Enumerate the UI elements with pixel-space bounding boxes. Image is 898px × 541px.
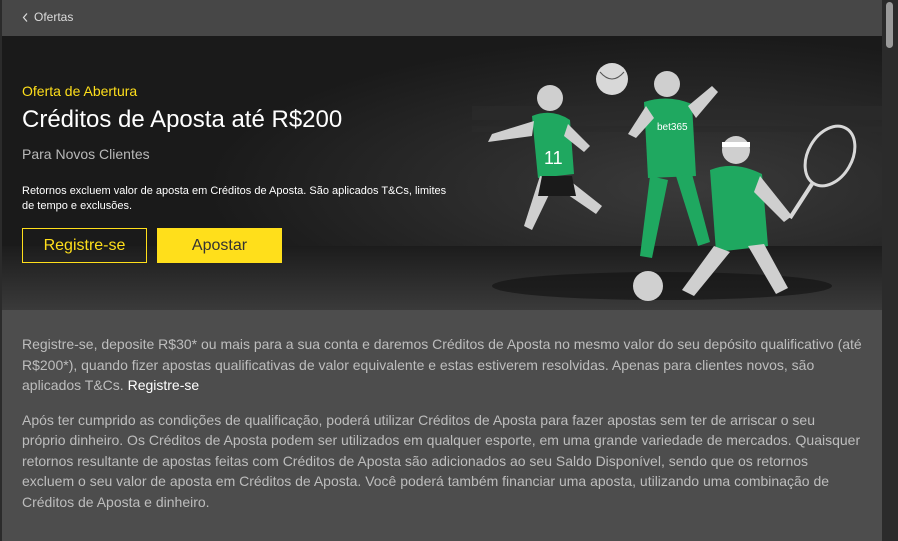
register-button[interactable]: Registre-se [22, 228, 147, 263]
offer-title: Créditos de Aposta até R$200 [22, 106, 343, 133]
vertical-scrollbar[interactable] [883, 0, 898, 541]
offer-description: Registre-se, deposite R$30* ou mais para… [22, 334, 862, 526]
description-paragraph-1: Registre-se, deposite R$30* ou mais para… [22, 334, 862, 396]
description-paragraph-2: Após ter cumprido as condições de qualif… [22, 411, 861, 510]
back-link-label: Ofertas [34, 10, 74, 24]
inline-register-link[interactable]: Registre-se [128, 377, 200, 393]
athletes-illustration: 11 bet365 [488, 63, 857, 301]
scrollbar-thumb[interactable] [886, 2, 893, 48]
offer-subtitle: Para Novos Clientes [22, 146, 150, 162]
handball-figure: bet365 [628, 71, 718, 258]
offer-kicker: Oferta de Abertura [22, 83, 138, 99]
tennis-figure [682, 124, 857, 296]
svg-text:11: 11 [544, 148, 563, 168]
offer-page: Ofertas 11 bet365 Oferta de Abertura Cré… [2, 0, 882, 541]
back-to-offers-link[interactable]: Ofertas [22, 10, 73, 24]
hero-banner: 11 bet365 Oferta de Abertura Créditos de… [2, 36, 882, 310]
offer-terms: Retornos excluem valor de aposta em Créd… [22, 185, 447, 212]
chevron-left-icon [22, 12, 28, 22]
svg-text:bet365: bet365 [657, 122, 688, 133]
footballer-figure: 11 [488, 85, 602, 230]
top-nav-bar: Ofertas [2, 0, 882, 36]
bet-button[interactable]: Apostar [157, 228, 282, 263]
